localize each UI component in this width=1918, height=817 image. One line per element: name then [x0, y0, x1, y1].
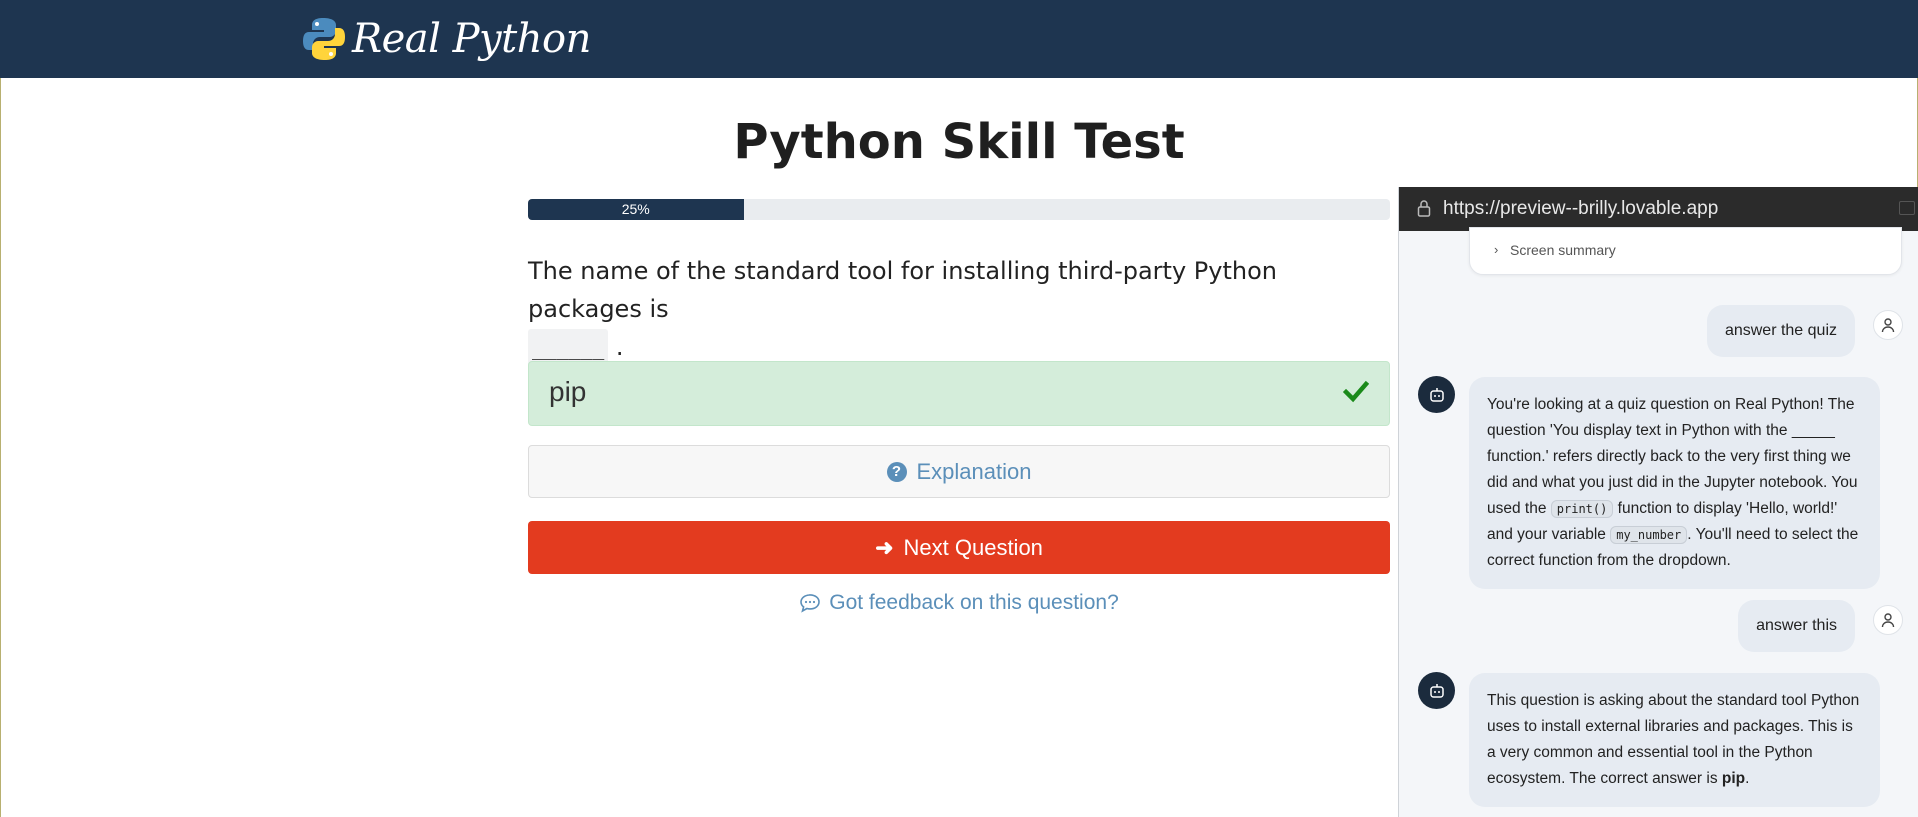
answer-highlight: pip — [1721, 770, 1746, 787]
panel-url[interactable]: https://preview--brilly.lovable.app — [1443, 198, 1718, 220]
comment-bubble-icon — [800, 594, 821, 613]
logo-text: Real Python — [352, 16, 591, 62]
question-text: The name of the standard tool for instal… — [528, 252, 1390, 367]
site-header: Real Python — [0, 0, 1918, 78]
next-question-label: Next Question — [903, 534, 1043, 560]
message-text: . — [1745, 770, 1750, 787]
panel-address-bar: https://preview--brilly.lovable.app — [1399, 187, 1918, 231]
explanation-button[interactable]: ? Explanation — [528, 445, 1390, 498]
checkmark-icon — [1343, 380, 1369, 403]
user-icon — [1873, 310, 1903, 340]
progress-fill: 25% — [528, 199, 744, 220]
inline-code: print() — [1550, 500, 1614, 518]
message-text: This question is asking about the standa… — [1487, 692, 1860, 787]
user-message: answer the quiz — [1706, 305, 1855, 357]
screen-summary-label: Screen summary — [1510, 242, 1616, 258]
feedback-label: Got feedback on this question? — [829, 591, 1119, 614]
assistant-message: You're looking at a quiz question on Rea… — [1469, 377, 1880, 589]
progress-bar: 25% — [528, 199, 1390, 220]
question-end: . — [615, 333, 624, 361]
arrow-right-icon: ➜ — [875, 534, 894, 560]
lock-icon — [1417, 200, 1431, 217]
robot-icon — [1418, 376, 1455, 413]
site-logo[interactable]: Real Python — [302, 14, 591, 64]
robot-icon — [1418, 672, 1455, 709]
question-circle-icon: ? — [886, 461, 907, 482]
next-question-button[interactable]: ➜ Next Question — [528, 521, 1390, 574]
answer-option-correct[interactable]: pip — [528, 361, 1390, 426]
page-title: Python Skill Test — [733, 114, 1185, 170]
assistant-panel: https://preview--brilly.lovable.app › Sc… — [1398, 187, 1918, 817]
feedback-link[interactable]: Got feedback on this question? — [528, 588, 1390, 618]
screen-summary-toggle[interactable]: › Screen summary — [1469, 227, 1902, 275]
python-logo-icon — [303, 18, 345, 60]
window-icon[interactable] — [1899, 201, 1915, 215]
user-message: answer this — [1738, 600, 1855, 652]
chevron-right-icon: › — [1494, 242, 1499, 257]
answer-text: pip — [549, 376, 587, 407]
user-icon — [1873, 605, 1903, 635]
inline-code: my_number — [1610, 526, 1688, 544]
question-body: The name of the standard tool for instal… — [528, 257, 1277, 323]
message-text: You're looking at a quiz question on Rea… — [1487, 396, 1858, 517]
explanation-label: Explanation — [916, 458, 1032, 484]
assistant-message: This question is asking about the standa… — [1469, 673, 1880, 807]
